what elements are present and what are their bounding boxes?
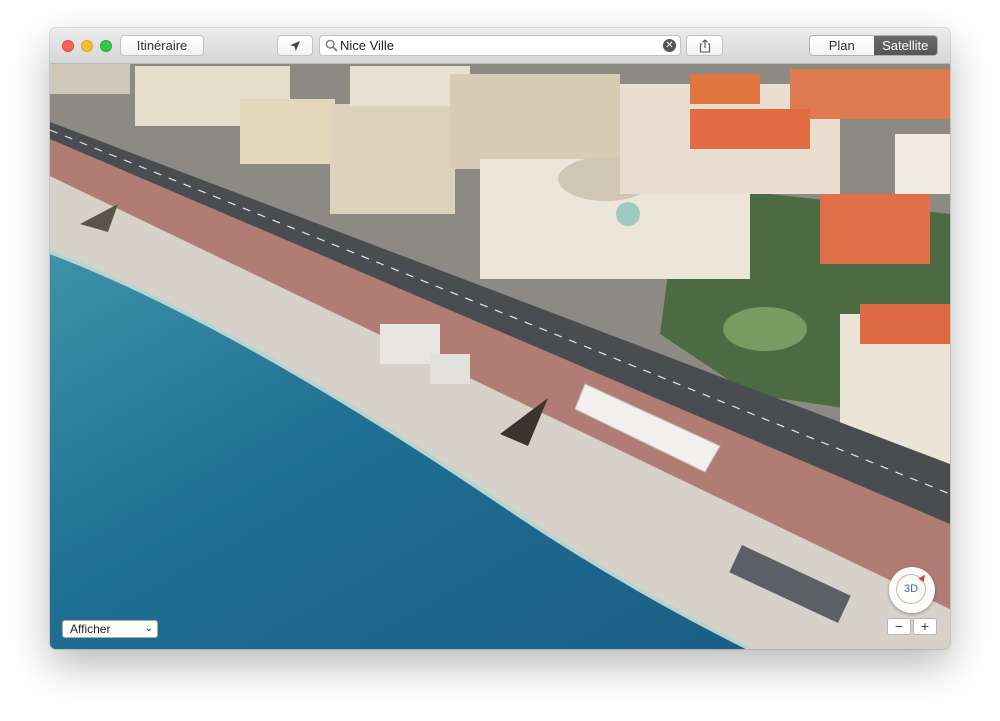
route-button[interactable]: Itinéraire	[120, 35, 204, 56]
satellite-map[interactable]: Afficher ⌄ 3D − +	[50, 64, 950, 649]
magnifier-icon	[325, 39, 338, 52]
search-input[interactable]	[340, 36, 660, 55]
location-arrow-icon	[290, 40, 300, 51]
show-menu[interactable]: Afficher ⌄	[62, 620, 158, 638]
compass-3d-button[interactable]: 3D	[889, 567, 935, 613]
toolbar: Itinéraire ✕ Plan Satellite	[50, 28, 950, 64]
close-button[interactable]	[62, 40, 74, 52]
zoom-control: − +	[887, 618, 937, 635]
maps-window: Itinéraire ✕ Plan Satellite	[50, 28, 950, 649]
share-button[interactable]	[686, 35, 723, 56]
zoom-window-button[interactable]	[100, 40, 112, 52]
share-icon	[699, 38, 710, 53]
zoom-out-button[interactable]: −	[887, 618, 911, 635]
show-menu-label: Afficher	[70, 622, 111, 636]
satellite-imagery	[50, 64, 950, 649]
minimize-button[interactable]	[81, 40, 93, 52]
zoom-in-button[interactable]: +	[913, 618, 937, 635]
satellite-tab[interactable]: Satellite	[873, 36, 937, 55]
search-field[interactable]: ✕	[319, 35, 681, 56]
view-mode-control[interactable]: Plan Satellite	[809, 35, 938, 56]
plan-tab[interactable]: Plan	[810, 36, 874, 55]
clear-icon[interactable]: ✕	[663, 39, 676, 52]
current-location-button[interactable]	[277, 35, 313, 56]
chevron-down-icon: ⌄	[144, 623, 153, 634]
park-lawn	[723, 307, 807, 351]
compass-3d-label: 3D	[903, 583, 919, 595]
